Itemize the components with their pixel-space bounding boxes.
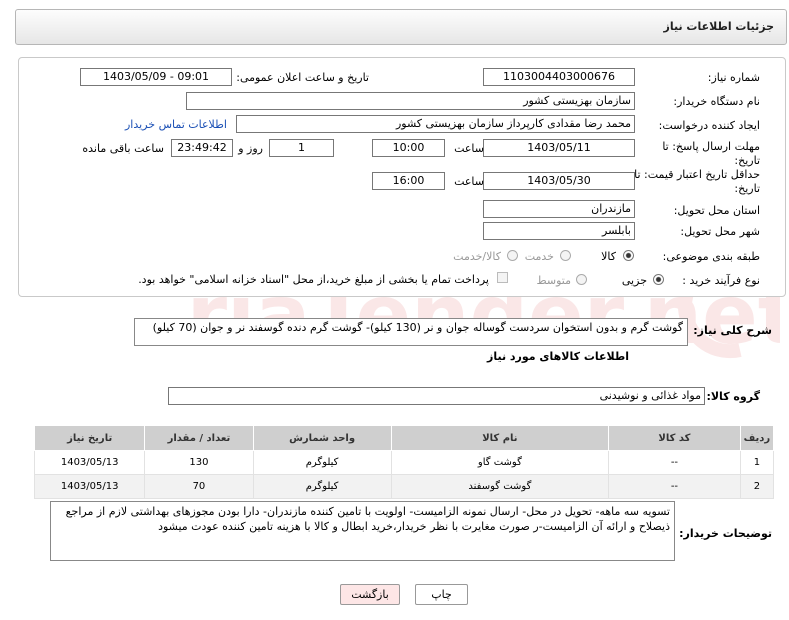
validity-time-field: 16:00 [372,172,445,190]
table-row: 1 -- گوشت گاو کیلوگرم 130 1403/05/13 [33,450,775,475]
goods-table: ردیف کد کالا نام کالا واحد شمارش تعداد /… [33,425,775,499]
row-name: گوشت گاو [390,450,610,475]
row-date: 1403/05/13 [33,474,146,499]
row-index: 1 [739,450,775,475]
need-number-label: شماره نیاز: [707,71,760,84]
city-field: بابلسر [483,222,635,240]
days-remaining-field: 1 [269,139,334,157]
process-option-medium: متوسط [536,274,571,287]
deadline-time-field: 10:00 [372,139,445,157]
category-radio-service[interactable] [560,250,571,261]
need-number-field: 1103004403000676 [483,68,635,86]
category-radio-goods[interactable] [623,250,634,261]
col-qty: تعداد / مقدار [144,425,254,451]
city-label: شهر محل تحویل: [680,225,760,238]
buyer-org-field: سازمان بهزیستی کشور [186,92,635,110]
buyer-notes-text: تسویه سه ماهه- تحویل در محل- ارسال نمونه… [50,501,675,561]
remaining-time-label: ساعت باقی مانده [82,142,164,155]
validity-time-label: ساعت [454,175,484,188]
goods-section-title: اطلاعات کالاهای مورد نیاز [487,350,629,363]
col-date: تاریخ نیاز [33,425,146,451]
announce-datetime-field: 1403/05/09 - 09:01 [80,68,232,86]
process-type-label: نوع فرآیند خرید : [682,274,760,287]
process-option-partial: جزیی [621,274,647,287]
page-title: جزئیات اطلاعات نیاز [663,20,775,33]
goods-group-field: مواد غذائی و نوشیدنی [168,387,705,405]
row-index: 2 [739,474,775,499]
deadline-label-date: تاریخ: [734,154,760,167]
buyer-org-label: نام دستگاه خریدار: [673,95,760,108]
page-header: جزئیات اطلاعات نیاز [15,9,787,45]
row-qty: 130 [144,450,254,475]
category-option-goods: کالا [601,250,616,263]
deadline-time-label: ساعت [454,142,484,155]
goods-group-label: گروه کالا: [706,390,760,403]
treasury-payment-checkbox[interactable] [497,272,508,283]
goods-table-header: ردیف کد کالا نام کالا واحد شمارش تعداد /… [33,425,775,451]
buyer-notes-label: توضیحات خریدار: [679,527,772,540]
col-row: ردیف [739,425,775,451]
back-button[interactable]: بازگشت [340,584,400,605]
creator-field: محمد رضا مقدادی کارپرداز سازمان بهزیستی … [236,115,635,133]
process-radio-medium[interactable] [576,274,587,285]
summary-label: شرح کلی نیاز: [693,324,772,337]
validity-label: حداقل تاریخ اعتبار قیمت: تا [634,168,760,181]
row-name: گوشت گوسفند [390,474,610,499]
process-radio-partial[interactable] [653,274,664,285]
province-label: استان محل تحویل: [673,204,760,217]
category-radio-goods-service[interactable] [507,250,518,261]
validity-date-field: 1403/05/30 [483,172,635,190]
table-row: 2 -- گوشت گوسفند کیلوگرم 70 1403/05/13 [33,474,775,499]
row-qty: 70 [144,474,254,499]
row-date: 1403/05/13 [33,450,146,475]
creator-label: ایجاد کننده درخواست: [658,119,760,132]
row-code: -- [608,474,741,499]
category-option-service: خدمت [524,250,554,263]
announce-datetime-label: تاریخ و ساعت اعلان عمومی: [236,71,369,84]
print-button[interactable]: چاپ [415,584,468,605]
remaining-time-field: 23:49:42 [171,139,233,157]
deadline-date-field: 1403/05/11 [483,139,635,157]
row-unit: کیلوگرم [252,474,392,499]
category-label: طبقه بندی موضوعی: [662,250,760,263]
validity-label-date: تاریخ: [734,182,760,195]
summary-text: گوشت گرم و بدون استخوان سردست گوساله جوا… [134,318,688,346]
col-name: نام کالا [390,425,610,451]
province-field: مازندران [483,200,635,218]
row-code: -- [608,450,741,475]
row-unit: کیلوگرم [252,450,392,475]
col-unit: واحد شمارش [252,425,392,451]
col-code: کد کالا [608,425,741,451]
treasury-payment-note: پرداخت تمام یا بخشی از مبلغ خرید،از محل … [138,273,489,286]
category-option-goods-service: کالا/خدمت [453,250,501,263]
buyer-contact-link[interactable]: اطلاعات تماس خریدار [125,118,227,131]
days-label: روز و [238,142,263,155]
deadline-label: مهلت ارسال پاسخ: تا [662,140,760,153]
